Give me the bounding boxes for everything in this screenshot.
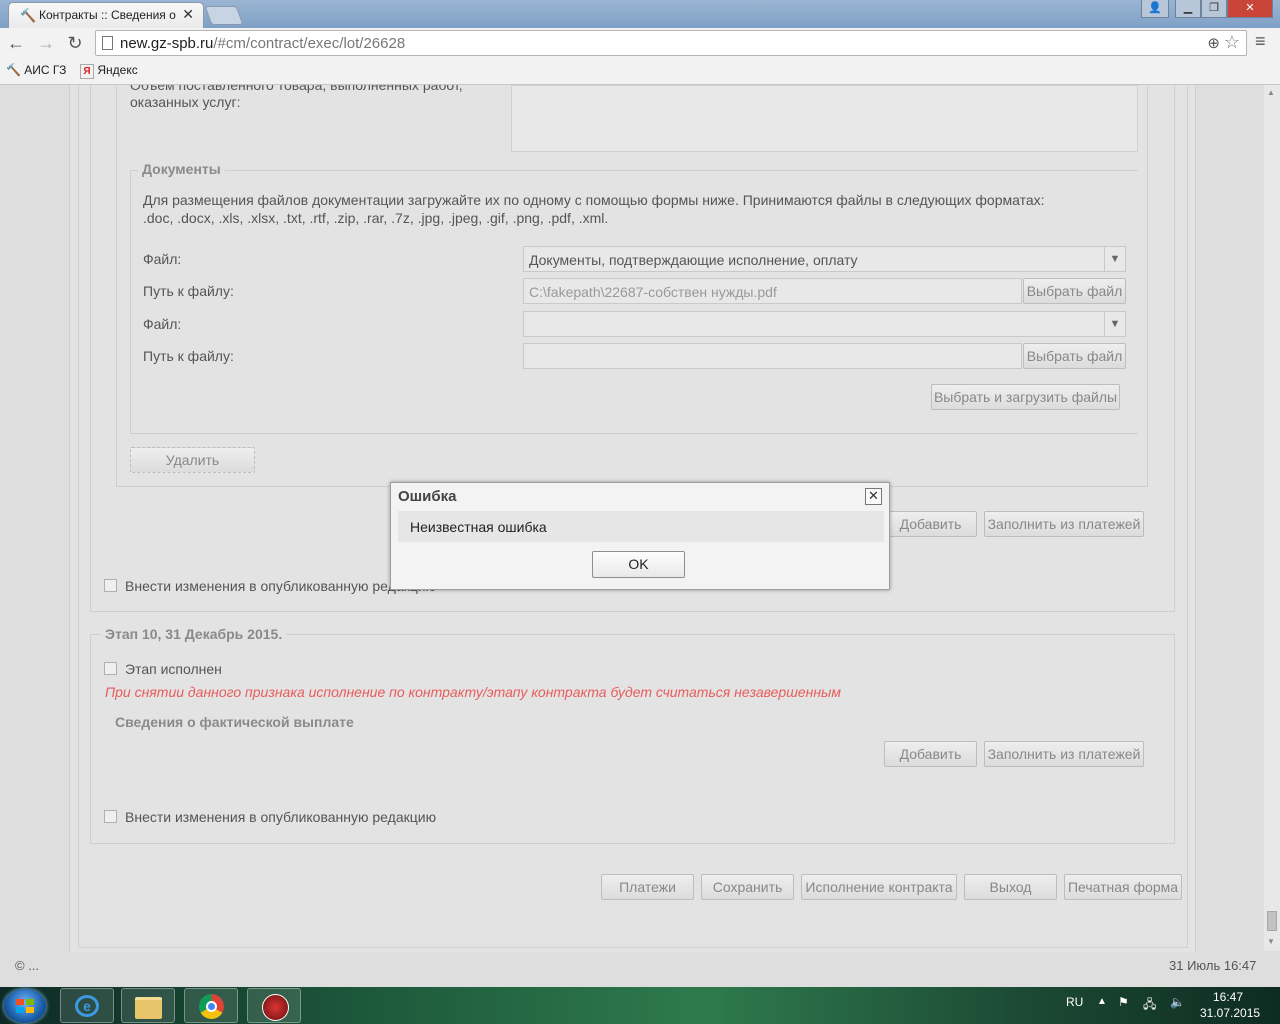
gavel-favicon-icon: 🔨 [20,8,37,23]
chrome-menu-icon[interactable]: ≡ [1255,31,1266,52]
page-icon [102,36,113,50]
payment-info-heading: Сведения о фактической выплате [115,714,354,730]
chevron-down-icon[interactable]: ▼ [1104,247,1125,271]
exit-button[interactable]: Выход [964,874,1057,900]
gavel-icon: 🔨 [6,63,21,77]
volume-label: Объем поставленного товара, выполненных … [130,85,463,93]
taskbar-ie[interactable]: e [60,988,114,1023]
fill-payments-button-2[interactable]: Заполнить из платежей [984,741,1144,767]
window-close-button[interactable]: ✕ [1227,0,1273,18]
publish-changes-checkbox-1[interactable] [104,579,117,592]
documents-info-1: Для размещения файлов документации загру… [143,192,1045,208]
tray-expand-icon[interactable]: ▲ [1097,996,1107,1007]
volume-label-2: оказанных услуг: [130,94,241,110]
documents-legend: Документы [138,161,225,177]
path-label-1: Путь к файлу: [143,283,234,299]
bookmark-star-icon[interactable]: ☆ [1224,32,1240,53]
status-datetime: 31 Июль 16:47 [1169,958,1257,973]
contract-execution-button[interactable]: Исполнение контракта [801,874,957,900]
payments-button[interactable]: Платежи [601,874,694,900]
stage-warning-text: При снятии данного признака исполнение п… [105,684,841,700]
internet-explorer-icon: e [75,995,99,1017]
dialog-close-icon[interactable]: ✕ [865,488,882,505]
url-path: /#cm/contract/exec/lot/26628 [213,35,406,52]
error-dialog: Ошибка ✕ Неизвестная ошибка OK [390,482,890,590]
yandex-icon: Я [80,64,94,79]
chevron-down-icon[interactable]: ▼ [1104,312,1125,336]
chrome-icon [199,994,224,1019]
save-button[interactable]: Сохранить [701,874,794,900]
choose-file-button-1[interactable]: Выбрать файл [1023,278,1126,304]
new-tab-button[interactable] [204,6,244,25]
tab-title: Контракты :: Сведения о [39,8,176,22]
scroll-up-arrow-icon[interactable]: ▲ [1267,88,1275,97]
folder-icon [135,997,162,1019]
address-bar[interactable]: new.gz-spb.ru/#cm/contract/exec/lot/2662… [95,30,1247,56]
dialog-body: Неизвестная ошибка [398,511,884,542]
browser-tab-active[interactable]: 🔨 Контракты :: Сведения о ✕ [8,2,204,28]
file-path-input-2[interactable] [523,343,1022,369]
bookmark-yandex[interactable]: Я Яндекс [80,63,138,79]
file-label-2: Файл: [143,316,182,332]
bookmark-ais-gz[interactable]: 🔨 АИС ГЗ [6,63,66,77]
choose-file-button-2[interactable]: Выбрать файл [1023,343,1126,369]
path-label-2: Путь к файлу: [143,348,234,364]
bookmarks-bar: 🔨 АИС ГЗ Я Яндекс [0,58,1280,85]
file-path-input-1[interactable]: C:\fakepath\22687-собствен нужды.pdf [523,278,1022,304]
file-label-1: Файл: [143,251,182,267]
add-button-2[interactable]: Добавить [884,741,977,767]
action-center-flag-icon[interactable]: ⚑ [1118,995,1129,1009]
language-indicator[interactable]: RU [1066,995,1083,1009]
file-path-value: C:\fakepath\22687-собствен нужды.pdf [529,284,777,300]
clock-time[interactable]: 16:47 [1213,990,1243,1004]
page-scrollbar[interactable]: ▲ ▼ [1264,85,1280,951]
minimize-button[interactable]: ▁ [1175,0,1201,18]
clock-date[interactable]: 31.07.2015 [1200,1006,1260,1020]
stage10-legend: Этап 10, 31 Декабрь 2015. [101,626,287,642]
windows-logo-icon [16,999,34,1013]
taskbar-chrome[interactable] [184,988,238,1023]
scroll-thumb[interactable] [1267,911,1277,931]
network-icon[interactable]: 🖧 [1143,995,1156,1016]
browser-toolbar: ← → ↻ new.gz-spb.ru/#cm/contract/exec/lo… [0,28,1280,58]
publish-changes-label-2: Внести изменения в опубликованную редакц… [125,809,437,825]
reload-icon[interactable]: ↻ [64,31,86,55]
start-button[interactable] [4,989,46,1023]
copyright-text: © ... [15,958,40,973]
bookmark-label: АИС ГЗ [24,63,67,77]
dialog-message: Неизвестная ошибка [410,519,547,535]
forward-arrow-icon[interactable]: → [35,31,57,55]
add-button-1[interactable]: Добавить [884,511,977,537]
taskbar-explorer[interactable] [121,988,175,1023]
file-type-select-1[interactable]: Документы, подтверждающие исполнение, оп… [523,246,1126,272]
ok-button[interactable]: OK [592,551,685,578]
zoom-icon[interactable]: ⊕ [1207,34,1220,52]
bookmark-label: Яндекс [97,63,138,77]
documents-info-2: .doc, .docx, .xls, .xlsx, .txt, .rtf, .z… [143,210,609,226]
volume-textarea[interactable] [511,85,1138,152]
choose-upload-button[interactable]: Выбрать и загрузить файлы [931,384,1120,410]
stage-done-checkbox[interactable] [104,662,117,675]
user-profile-icon[interactable]: 👤 [1141,0,1169,18]
print-form-button[interactable]: Печатная форма [1064,874,1182,900]
scroll-down-arrow-icon[interactable]: ▼ [1267,937,1275,946]
file-type-select-2[interactable]: ▼ [523,311,1126,337]
volume-icon[interactable]: 🔈 [1170,995,1185,1009]
fill-payments-button-1[interactable]: Заполнить из платежей [984,511,1144,537]
delete-button[interactable]: Удалить [130,447,255,473]
tab-strip: 🔨 Контракты :: Сведения о ✕ 👤 ▁ ❐ ✕ [0,0,1280,28]
maximize-button[interactable]: ❐ [1201,0,1227,18]
url-text: new.gz-spb.ru/#cm/contract/exec/lot/2662… [120,35,405,52]
app-statusbar: © ... 31 Июль 16:47 [0,952,1280,987]
stage-done-label: Этап исполнен [125,661,222,677]
file-type-value: Документы, подтверждающие исполнение, оп… [529,252,858,268]
app-icon [262,994,289,1021]
url-host: new.gz-spb.ru [120,35,214,52]
taskbar-app[interactable] [247,988,301,1023]
windows-taskbar: e RU ▲ ⚑ 🖧 🔈 16:47 31.07.2015 [0,987,1280,1024]
tab-close-icon[interactable]: ✕ [182,6,194,23]
back-arrow-icon[interactable]: ← [5,31,27,55]
publish-changes-checkbox-2[interactable] [104,810,117,823]
dialog-title: Ошибка [398,488,457,505]
